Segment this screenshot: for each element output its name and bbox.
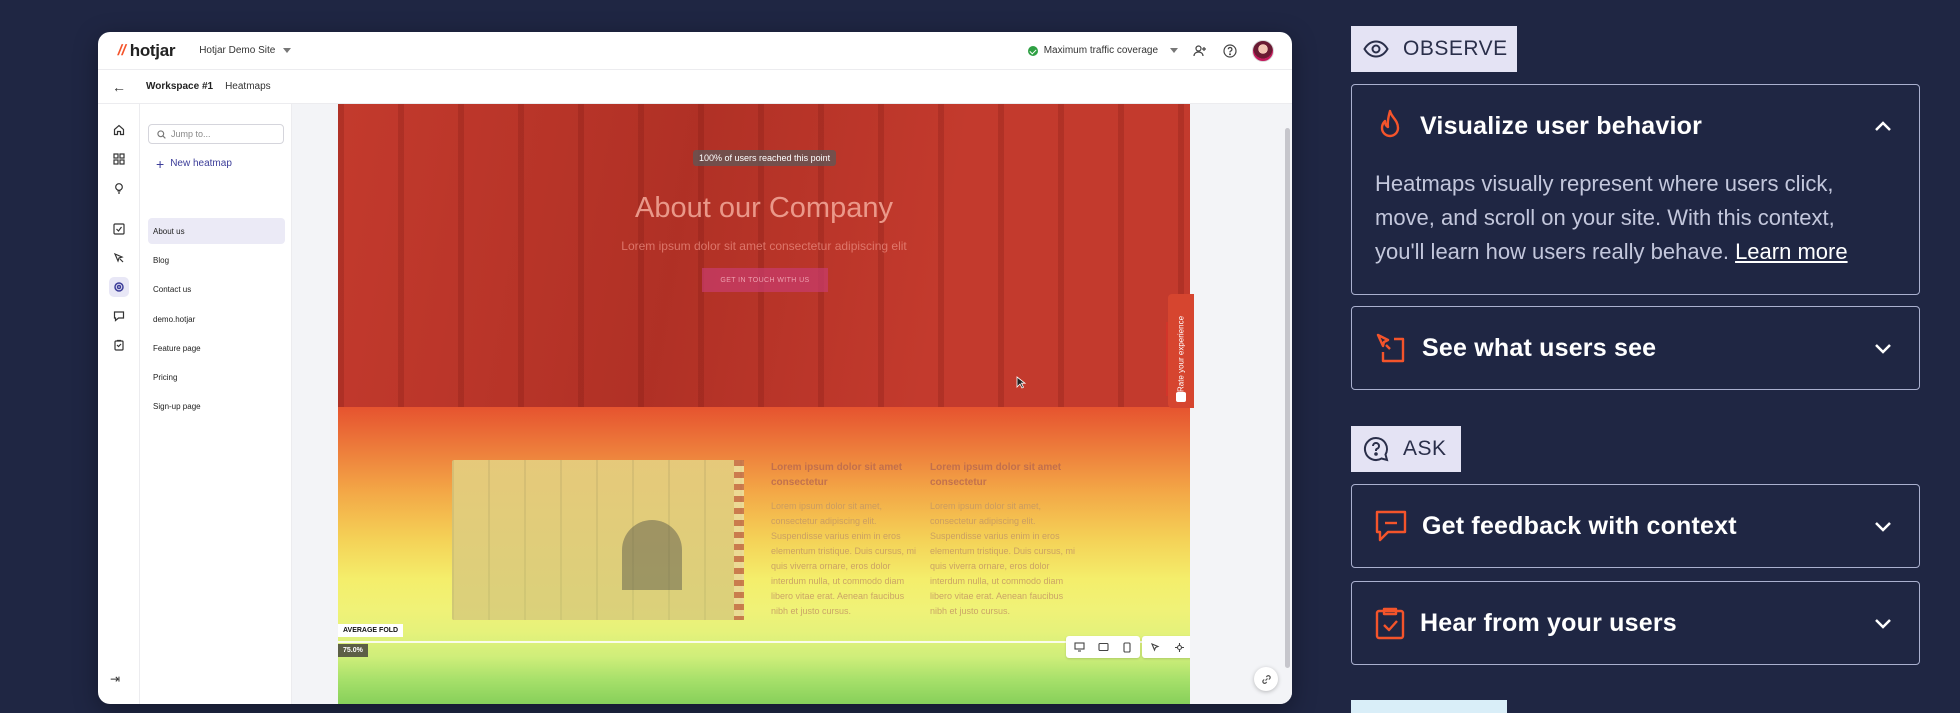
hero-subtitle: Lorem ipsum dolor sit amet consectetur a… (621, 239, 907, 253)
office-photo (452, 460, 744, 620)
chevron-down-icon[interactable] (1873, 516, 1893, 536)
back-arrow-icon[interactable]: ← (112, 79, 132, 95)
search-icon (157, 129, 166, 139)
card-title-see: See what users see (1422, 333, 1657, 362)
card-header-hear[interactable]: Hear from your users (1374, 582, 1893, 664)
logo-text: hotjar (129, 40, 176, 60)
hotjar-logo[interactable]: // hotjar (116, 40, 176, 61)
click-map-icon[interactable] (1144, 636, 1166, 658)
reach-tooltip: 100% of users reached this point (693, 150, 837, 166)
feedback-icon[interactable] (109, 306, 129, 326)
card-header-feedback[interactable]: Get feedback with context (1374, 485, 1893, 567)
card-body-visualize: Heatmaps visually represent where users … (1375, 167, 1889, 269)
hotjar-logo-icon: // (116, 42, 128, 59)
feedback-icon (1375, 510, 1407, 542)
feedback-icon (1176, 392, 1186, 402)
traffic-label: Maximum traffic coverage (1043, 45, 1158, 56)
recording-icon (1376, 333, 1405, 363)
page-item-pricing[interactable]: Pricing (148, 364, 285, 390)
scroll-heatmap[interactable]: 100% of users reached this point About o… (338, 104, 1190, 704)
app-window: // hotjar Hotjar Demo Site Maximum traff… (98, 32, 1292, 704)
help-icon[interactable] (1222, 43, 1238, 59)
home-icon[interactable] (109, 120, 129, 140)
survey-icon[interactable] (109, 335, 129, 355)
card-title-feedback: Get feedback with context (1422, 511, 1737, 540)
average-fold-label: AVERAGE FOLD (338, 624, 404, 637)
rate-tab-label: Rate your experience (1176, 315, 1186, 393)
search-input[interactable]: Jump to... (148, 124, 284, 144)
card-header-see[interactable]: See what users see (1374, 307, 1893, 389)
heatmap-toolbar (1066, 636, 1190, 658)
next-section-tag (1351, 700, 1507, 713)
checklist-icon[interactable] (109, 219, 129, 239)
rate-your-experience-tab[interactable]: Rate your experience (1168, 294, 1194, 408)
card-header-visualize[interactable]: Visualize user behavior (1374, 85, 1893, 167)
page-item-sign-up-page[interactable]: Sign-up page (148, 393, 285, 419)
page-item-demo-hotjar[interactable]: demo.hotjar (148, 306, 285, 332)
column-2-text: Lorem ipsum dolor sit amet, consectetur … (930, 501, 1076, 616)
clipboard-check-icon (1375, 607, 1405, 640)
card-title-visualize: Visualize user behavior (1420, 111, 1703, 140)
column-1-title: Lorem ipsum dolor sit amet consectetur (771, 462, 903, 488)
column-1-text: Lorem ipsum dolor sit amet, consectetur … (771, 501, 917, 616)
avatar[interactable] (1252, 39, 1274, 62)
page-item-about-us[interactable]: About us (148, 218, 285, 244)
site-selector[interactable]: Hotjar Demo Site (199, 45, 292, 56)
heatmaps-sidebar: Jump to... + New heatmap About us Blog C… (140, 104, 292, 704)
breadcrumb-section: Heatmaps (225, 81, 271, 92)
plus-icon: + (156, 155, 165, 172)
move-map-icon[interactable] (1168, 636, 1190, 658)
card-get-feedback-with-context[interactable]: Get feedback with context (1351, 484, 1920, 568)
traffic-coverage-selector[interactable]: Maximum traffic coverage (1027, 45, 1178, 56)
check-circle-icon (1027, 45, 1038, 56)
page-item-feature-page[interactable]: Feature page (148, 335, 285, 361)
fire-icon (1380, 109, 1400, 138)
hero-title: About our Company (635, 192, 893, 224)
chevron-down-icon[interactable] (1873, 613, 1893, 633)
question-bubble-icon (1364, 436, 1389, 462)
card-title-hear: Hear from your users (1420, 608, 1677, 637)
card-see-what-users-see[interactable]: See what users see (1351, 306, 1920, 390)
chevron-down-icon (283, 48, 292, 53)
ask-tag: ASK (1351, 426, 1461, 472)
page-item-contact-us[interactable]: Contact us (148, 276, 285, 302)
chevron-up-icon[interactable] (1873, 116, 1893, 136)
lightbulb-icon[interactable] (109, 178, 129, 198)
heatmap-canvas: 100% of users reached this point About o… (292, 104, 1292, 704)
new-heatmap-button[interactable]: + New heatmap (156, 155, 232, 172)
learn-more-link[interactable]: Learn more (1735, 239, 1848, 264)
canvas-scrollbar[interactable] (1285, 128, 1290, 668)
top-bar: // hotjar Hotjar Demo Site Maximum traff… (98, 32, 1292, 70)
recordings-icon[interactable] (109, 248, 129, 268)
breadcrumb: ← Workspace #1 Heatmaps (98, 70, 1292, 104)
site-name: Hotjar Demo Site (199, 45, 276, 56)
card-hear-from-your-users[interactable]: Hear from your users (1351, 581, 1920, 665)
link-icon (1261, 674, 1271, 684)
dashboard-icon[interactable] (109, 149, 129, 169)
tablet-icon[interactable] (1092, 636, 1114, 658)
average-fold-line (338, 641, 1190, 643)
heatmaps-icon[interactable] (109, 277, 129, 297)
fold-percent-badge: 75.0% (338, 644, 368, 657)
card-visualize-user-behavior: Visualize user behavior Heatmaps visuall… (1351, 84, 1920, 295)
add-user-icon[interactable] (1192, 43, 1208, 59)
page-item-blog[interactable]: Blog (148, 247, 285, 273)
icon-rail (98, 104, 140, 704)
observe-tag-label: OBSERVE (1403, 37, 1508, 60)
observe-tag: OBSERVE (1351, 26, 1517, 72)
expand-sidebar-icon[interactable]: ⇥ (110, 672, 120, 686)
share-link-button[interactable] (1254, 667, 1278, 691)
hero-cta-button: GET IN TOUCH WITH US (702, 268, 828, 292)
ask-tag-label: ASK (1403, 437, 1447, 460)
mouse-cursor-icon (1016, 376, 1026, 389)
mobile-icon[interactable] (1116, 636, 1138, 658)
search-placeholder: Jump to... (171, 129, 211, 139)
new-heatmap-label: New heatmap (170, 158, 232, 169)
desktop-icon[interactable] (1068, 636, 1090, 658)
eye-icon (1363, 40, 1389, 58)
breadcrumb-workspace[interactable]: Workspace #1 (146, 81, 213, 92)
column-2-title: Lorem ipsum dolor sit amet consectetur (930, 462, 1062, 488)
chevron-down-icon (1170, 48, 1178, 53)
chevron-down-icon[interactable] (1873, 338, 1893, 358)
